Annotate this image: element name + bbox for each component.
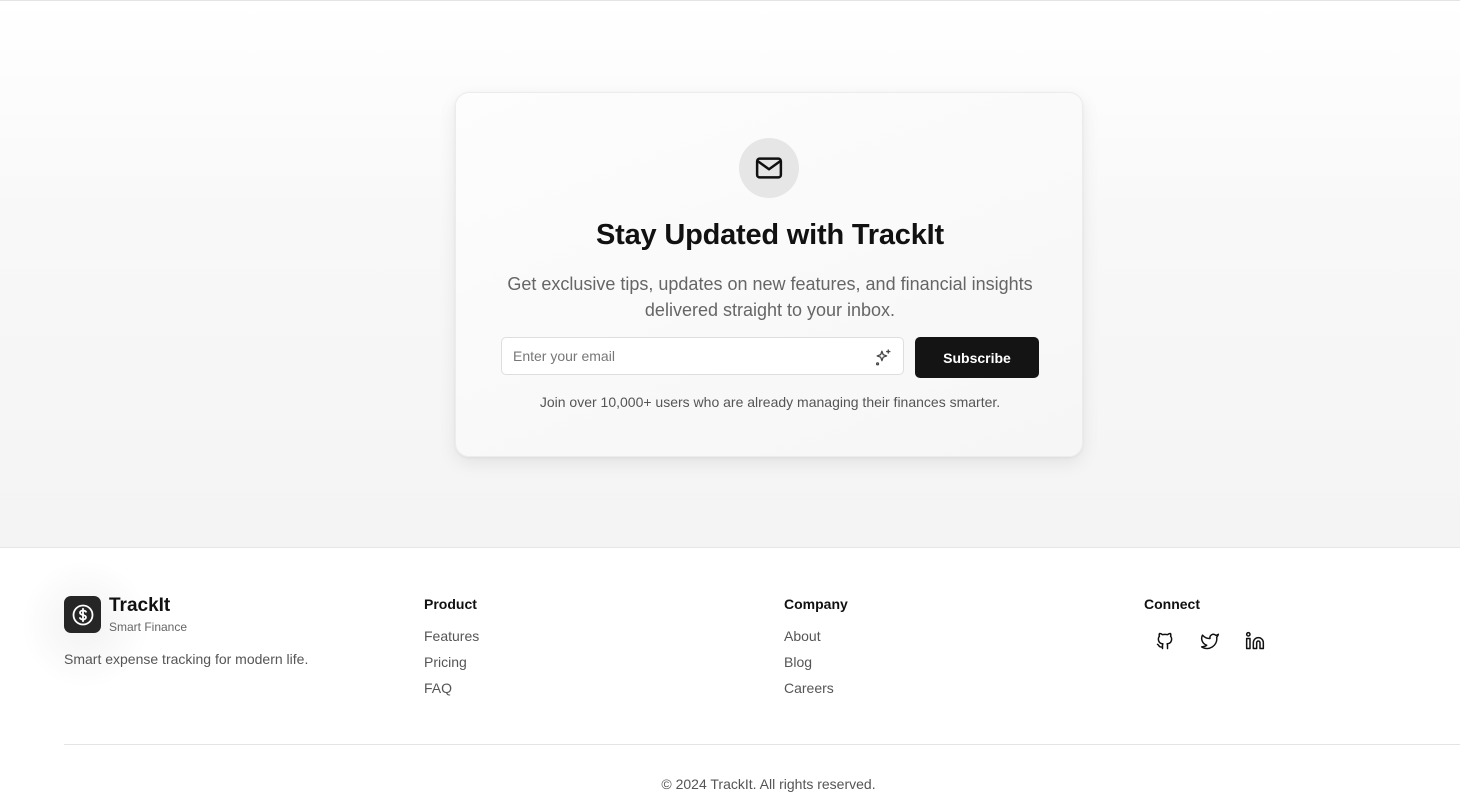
- newsletter-title: Stay Updated with TrackIt: [596, 219, 944, 251]
- newsletter-card: Stay Updated with TrackIt Get exclusive …: [455, 92, 1083, 457]
- newsletter-note: Join over 10,000+ users who are already …: [539, 394, 1001, 410]
- footer: TrackIt Smart Finance Smart expense trac…: [0, 549, 1460, 807]
- newsletter-section: Stay Updated with TrackIt Get exclusive …: [0, 1, 1460, 548]
- copyright-text: © 2024 TrackIt. All rights reserved.: [661, 776, 876, 792]
- email-field[interactable]: [501, 337, 904, 375]
- copyright-wrap: © 2024 TrackIt. All rights reserved.: [0, 549, 1460, 807]
- newsletter-description: Get exclusive tips, updates on new featu…: [507, 274, 1033, 320]
- mail-icon-badge: [739, 138, 799, 198]
- email-input[interactable]: [502, 338, 862, 374]
- sparkle-icon: [875, 349, 891, 366]
- mail-icon: [755, 157, 783, 179]
- subscribe-button[interactable]: Subscribe: [915, 337, 1039, 378]
